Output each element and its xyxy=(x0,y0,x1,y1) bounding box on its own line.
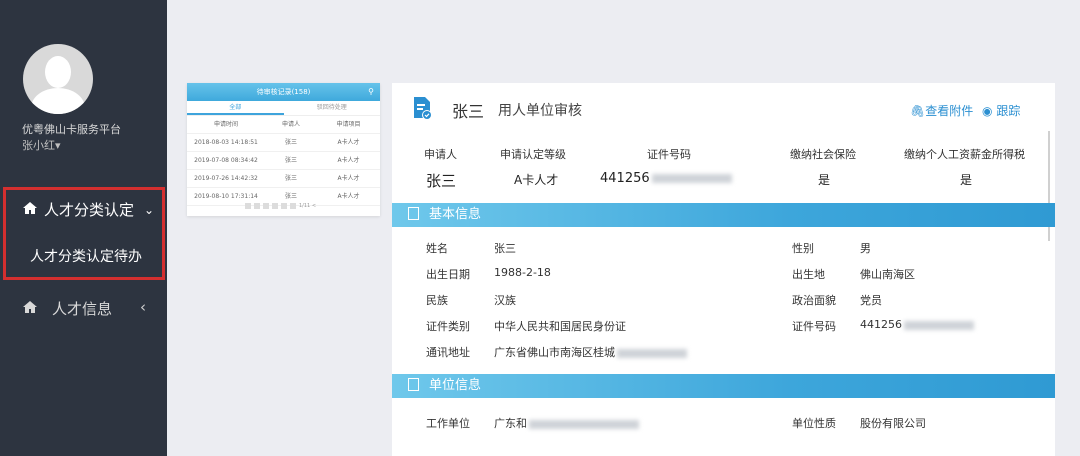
home-icon xyxy=(22,201,38,219)
cell-applicant: 张三 xyxy=(284,139,297,146)
blurred-id xyxy=(904,320,974,330)
document-check-icon xyxy=(414,97,432,120)
address-visible: 广东省佛山市南海区桂城 xyxy=(494,346,615,359)
field-label: 单位性质 xyxy=(792,417,836,430)
chevron-down-icon: ⌄ xyxy=(144,202,155,217)
summary-label: 申请人 xyxy=(424,148,457,161)
section-header-unit: 单位信息 xyxy=(392,374,1055,398)
sidebar: 优粤佛山卡服务平台 张小红▾ 人才分类认定 ⌄ 人才分类认定待办 人才信息 ‹ xyxy=(0,0,167,456)
field-label: 姓名 xyxy=(426,242,448,255)
cell-project: A卡人才 xyxy=(337,139,360,146)
summary-label: 证件号码 xyxy=(647,148,691,161)
blurred-id xyxy=(651,174,732,183)
field-value: 广东和 xyxy=(494,415,639,431)
summary-value: 是 xyxy=(818,173,831,187)
cell-project: A卡人才 xyxy=(337,157,360,164)
cell-time: 2018-08-03 14:18:51 xyxy=(194,139,258,146)
view-attachment-link[interactable]: 🖇查看附件 xyxy=(910,102,973,119)
document-icon xyxy=(408,207,419,220)
field-label: 证件类别 xyxy=(426,320,470,333)
summary-label: 缴纳社会保险 xyxy=(790,148,856,161)
field-label: 证件号码 xyxy=(792,320,836,333)
cell-project: A卡人才 xyxy=(337,193,360,200)
menu-talent-classification-todo[interactable]: 人才分类认定待办 xyxy=(30,246,142,266)
field-label: 通讯地址 xyxy=(426,346,470,359)
panel-tabs: 全部 驳回待处理 xyxy=(187,101,380,116)
user-dropdown[interactable]: 张小红▾ xyxy=(22,137,61,153)
table-header: 申请时间 申请人 申请项目 xyxy=(187,116,380,134)
track-link[interactable]: ◉ 跟踪 xyxy=(982,102,1020,119)
summary-label: 缴纳个人工资薪金所得税 xyxy=(904,148,1025,161)
field-label: 民族 xyxy=(426,294,448,307)
home-icon xyxy=(22,300,38,318)
field-value: 男 xyxy=(860,242,871,255)
chevron-left-icon: ‹ xyxy=(140,298,146,316)
pending-records-panel: 待审核记录(158) ⚲ 全部 驳回待处理 申请时间 申请人 申请项目 2018… xyxy=(187,83,380,216)
field-value: 党员 xyxy=(860,294,882,307)
page-title: 用人单位审核 xyxy=(498,103,582,119)
tab-all[interactable]: 全部 xyxy=(187,101,284,115)
menu-label: 人才分类认定 xyxy=(44,201,135,219)
field-value: 张三 xyxy=(494,242,516,255)
avatar[interactable] xyxy=(23,44,93,114)
field-value: 股份有限公司 xyxy=(860,417,926,430)
field-label: 性别 xyxy=(792,242,814,255)
cell-applicant: 张三 xyxy=(284,175,297,182)
id-number-visible: 441256 xyxy=(600,171,650,186)
panel-title: 待审核记录(158) xyxy=(256,88,311,96)
cell-time: 2019-07-26 14:42:32 xyxy=(194,175,258,182)
col-project: 申请项目 xyxy=(336,121,361,128)
building-icon xyxy=(408,378,419,391)
field-value: 441256 xyxy=(860,318,974,331)
blurred-work-unit xyxy=(529,419,639,429)
summary-label: 申请认定等级 xyxy=(500,148,566,161)
field-value: 1988-2-18 xyxy=(494,266,551,279)
id-number-visible: 441256 xyxy=(860,318,902,331)
col-time: 申请时间 xyxy=(213,121,238,128)
col-applicant: 申请人 xyxy=(281,121,300,128)
field-label: 工作单位 xyxy=(426,417,470,430)
applicant-name: 张三 xyxy=(452,102,485,121)
cell-applicant: 张三 xyxy=(284,157,297,164)
work-unit-visible: 广东和 xyxy=(494,417,527,430)
page-indicator: 1/11 < xyxy=(299,203,317,209)
target-icon: ◉ xyxy=(982,104,993,118)
summary-value: A卡人才 xyxy=(514,173,559,187)
link-label: 查看附件 xyxy=(925,104,974,118)
panel-header: 待审核记录(158) ⚲ xyxy=(187,83,380,101)
summary-value: 张三 xyxy=(426,172,457,190)
search-icon[interactable]: ⚲ xyxy=(368,83,374,101)
table-row[interactable]: 2019-07-26 14:42:32 张三 A卡人才 xyxy=(187,170,380,188)
table-row[interactable]: 2018-08-03 14:18:51 张三 A卡人才 xyxy=(187,134,380,152)
summary-value: 是 xyxy=(960,173,973,187)
tab-rejected[interactable]: 驳回待处理 xyxy=(284,101,381,115)
link-label: 跟踪 xyxy=(996,104,1021,118)
review-card: 张三 用人单位审核 🖇查看附件 ◉ 跟踪 申请人 申请认定等级 证件号码 缴纳社… xyxy=(392,83,1055,456)
section-title: 基本信息 xyxy=(429,207,482,222)
cell-project: A卡人才 xyxy=(337,175,360,182)
pagination[interactable]: 1/11 < xyxy=(245,203,316,209)
cell-time: 2019-07-08 08:34:42 xyxy=(194,157,258,164)
field-label: 出生日期 xyxy=(426,268,470,281)
field-value: 中华人民共和国居民身份证 xyxy=(494,320,626,333)
field-value: 广东省佛山市南海区桂城 xyxy=(494,344,687,360)
summary-value: 441256 xyxy=(600,171,732,186)
blurred-address xyxy=(617,348,687,358)
platform-name: 优粤佛山卡服务平台 xyxy=(22,123,121,136)
menu-talent-info[interactable]: 人才信息 xyxy=(22,298,112,319)
menu-label: 人才信息 xyxy=(52,300,113,318)
field-label: 出生地 xyxy=(792,268,825,281)
menu-talent-classification[interactable]: 人才分类认定 ⌄ xyxy=(22,199,154,220)
paperclip-icon: 🖇 xyxy=(910,104,926,118)
field-value: 汉族 xyxy=(494,294,516,307)
section-title: 单位信息 xyxy=(429,378,482,393)
table-row[interactable]: 2019-07-08 08:34:42 张三 A卡人才 xyxy=(187,152,380,170)
field-label: 政治面貌 xyxy=(792,294,836,307)
section-header-basic: 基本信息 xyxy=(392,203,1055,227)
field-value: 佛山南海区 xyxy=(860,268,915,281)
